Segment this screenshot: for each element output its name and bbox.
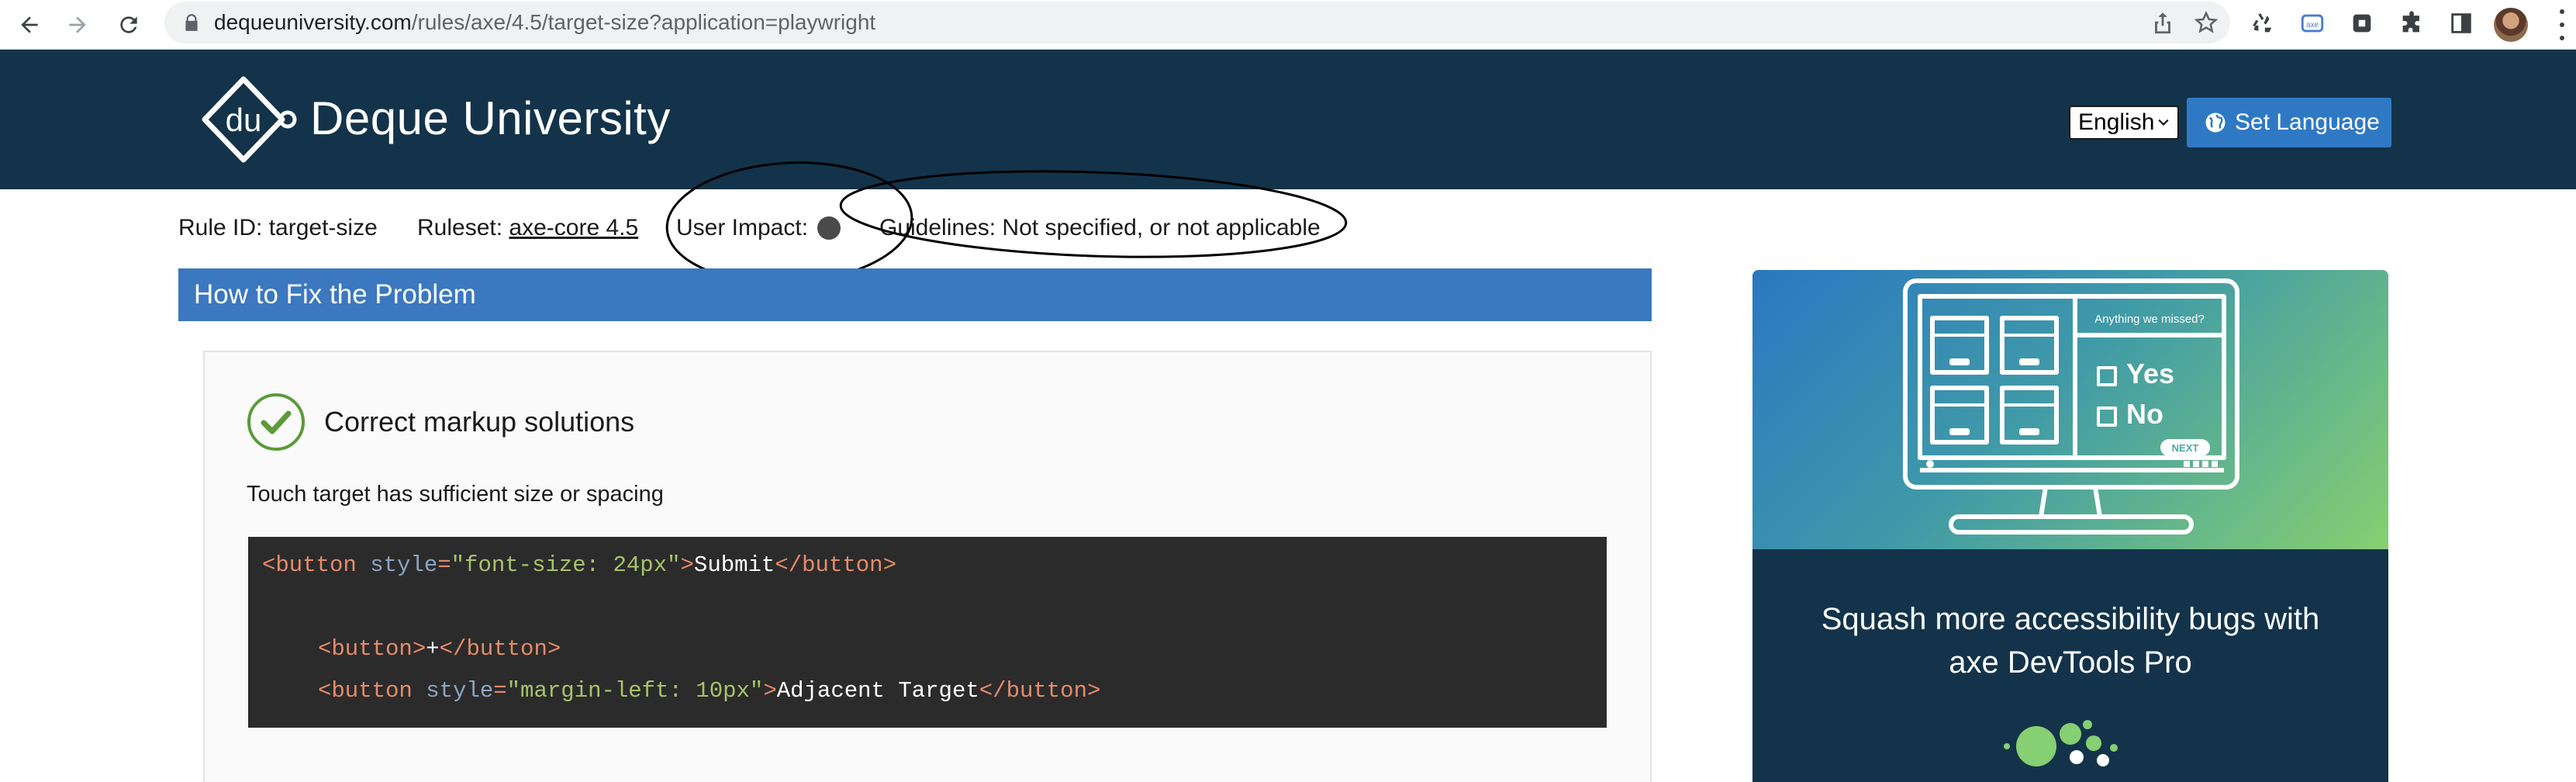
share-icon[interactable] (2150, 9, 2176, 36)
arrow-left-icon (21, 16, 38, 33)
reload-icon (120, 16, 137, 33)
set-language-label: Set Language (2235, 109, 2380, 135)
forward-button[interactable] (59, 6, 96, 43)
brand-name[interactable]: Deque University (310, 92, 671, 146)
side-panel-toggle[interactable] (2446, 8, 2477, 39)
promo-card[interactable]: Anything we missed? Yes No NEXT Squash m… (1752, 270, 2388, 782)
axe-extension-icon: axe (2301, 14, 2324, 33)
side-panel-icon (2451, 13, 2471, 33)
deque-logo-icon[interactable]: du (200, 74, 302, 166)
extension-other[interactable] (2346, 8, 2377, 39)
promo-art-yes: Yes (2126, 358, 2174, 389)
reload-button[interactable] (110, 6, 147, 43)
check-circle-icon (247, 393, 305, 451)
bubbles-logo-icon (2004, 720, 2118, 766)
code-line-2: <button>+</button> (318, 636, 561, 662)
extension-axe[interactable]: axe (2297, 8, 2328, 39)
promo-art-no: No (2126, 398, 2163, 430)
ruleset-link[interactable]: axe-core 4.5 (509, 215, 638, 240)
url-host: dequeuniversity.com (214, 10, 412, 34)
promo-art-next: NEXT (2172, 442, 2199, 454)
code-line-3: <button style="margin-left: 10px">Adjace… (318, 678, 1101, 704)
language-select[interactable]: English (2069, 106, 2179, 140)
section-heading: How to Fix the Problem (178, 268, 1652, 321)
ruleset-label: Ruleset: (417, 215, 503, 240)
url-path: /rules/axe/4.5/target-size?application=p… (411, 10, 876, 34)
extensions-menu[interactable] (2396, 8, 2427, 39)
browser-menu-button[interactable] (2557, 9, 2567, 40)
code-block: <button style="font-size: 24px">Submit</… (248, 537, 1607, 728)
address-bar[interactable]: dequeuniversity.com/rules/axe/4.5/target… (164, 2, 2230, 43)
guidelines: Guidelines: Not specified, or not applic… (879, 215, 1321, 240)
puzzle-icon (2402, 11, 2419, 33)
lock-icon (185, 14, 198, 31)
solution-description: Touch target has sufficient size or spac… (247, 482, 664, 507)
solution-title: Correct markup solutions (324, 406, 635, 438)
chevron-down-icon (2158, 119, 2169, 126)
user-impact-indicator (817, 216, 841, 240)
profile-avatar[interactable] (2494, 8, 2528, 42)
arrow-right-icon (69, 16, 86, 33)
monitor-illustration-icon: Anything we missed? Yes No NEXT (1903, 279, 2239, 535)
svg-text:du: du (226, 102, 262, 138)
url-text[interactable]: dequeuniversity.com/rules/axe/4.5/target… (214, 11, 875, 34)
user-impact-label: User Impact: (676, 215, 809, 240)
promo-art-question: Anything we missed? (2094, 313, 2205, 326)
puzzle-box-icon (2353, 14, 2371, 33)
language-select-value: English (2078, 109, 2155, 135)
set-language-button[interactable]: Set Language (2187, 98, 2391, 147)
globe-icon (2205, 112, 2226, 133)
code-line-1: <button style="font-size: 24px">Submit</… (262, 552, 896, 578)
bookmark-star-icon[interactable] (2193, 9, 2219, 36)
site-header: du Deque University English Set Language (0, 50, 2576, 189)
back-button[interactable] (11, 6, 48, 43)
browser-toolbar: dequeuniversity.com/rules/axe/4.5/target… (0, 0, 2576, 50)
svg-text:axe: axe (2306, 21, 2319, 29)
ruleset: Ruleset: axe-core 4.5 (417, 214, 638, 242)
extension-recycle[interactable] (2247, 8, 2278, 39)
promo-illustration: Anything we missed? Yes No NEXT (1752, 270, 2388, 549)
recycle-icon (2253, 13, 2272, 33)
rule-id: Rule ID: target-size (178, 215, 378, 240)
promo-text: Squash more accessibility bugs with axe … (1821, 602, 2320, 680)
